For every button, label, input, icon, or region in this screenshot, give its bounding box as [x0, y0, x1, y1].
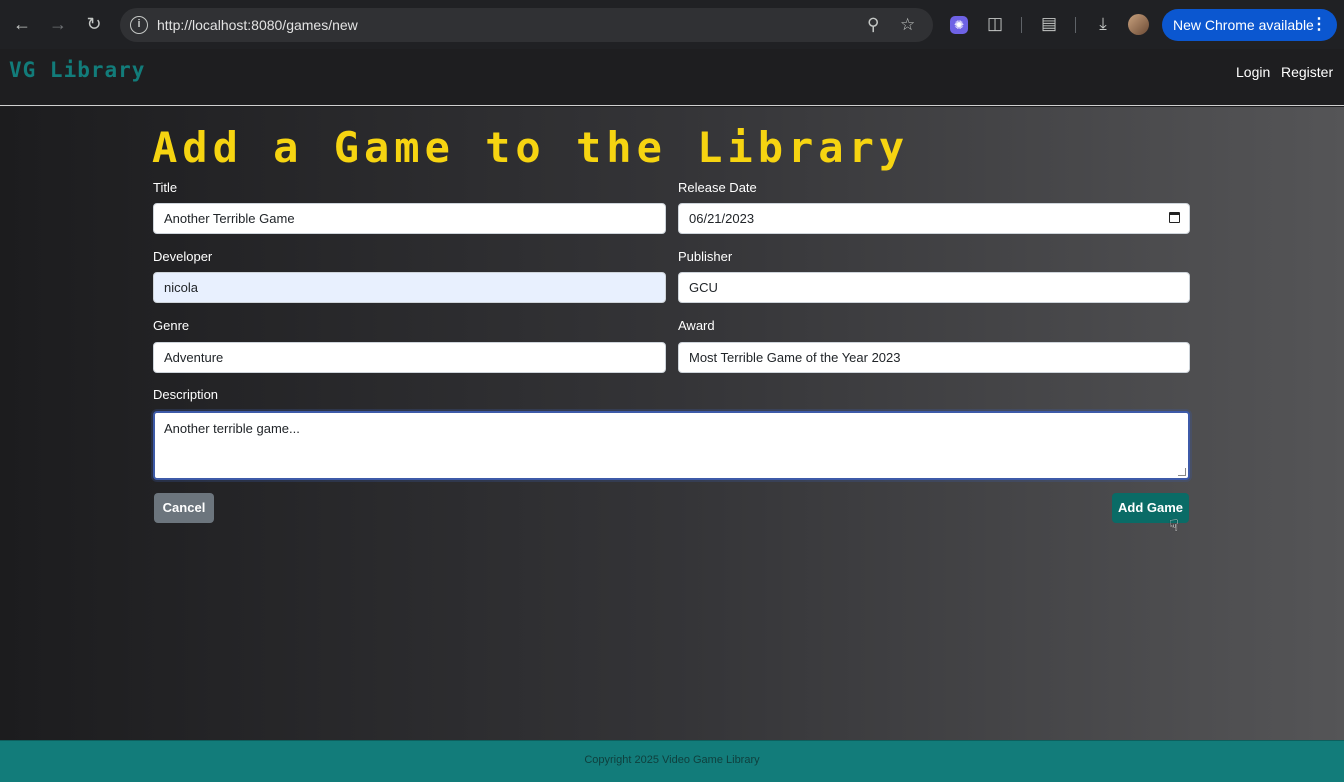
description-label: Description — [153, 387, 219, 402]
bookmark-star-icon[interactable]: ☆ — [900, 15, 915, 35]
zoom-icon[interactable]: ⚲ — [867, 15, 879, 35]
brand-logo[interactable]: VG Library — [9, 58, 145, 82]
tab-search-icon[interactable]: ▤ — [1038, 13, 1060, 35]
login-link[interactable]: Login — [1236, 64, 1270, 80]
description-value: Another terrible game... — [164, 421, 300, 436]
url-text[interactable]: http://localhost:8080/games/new — [157, 17, 358, 33]
address-bar[interactable]: i http://localhost:8080/games/new ⚲ ☆ — [120, 8, 933, 42]
back-icon[interactable]: ← — [10, 12, 34, 36]
main-content: Add a Game to the Library Title Another … — [0, 107, 1344, 740]
register-link[interactable]: Register — [1281, 64, 1333, 80]
developer-input[interactable]: nicola — [153, 272, 666, 303]
resize-handle[interactable] — [1178, 468, 1186, 476]
chrome-update-button[interactable]: New Chrome available ⋮ — [1162, 9, 1337, 41]
download-icon[interactable]: ⤓ — [1092, 13, 1114, 35]
toolbar-divider — [1075, 17, 1076, 33]
cancel-button[interactable]: Cancel — [154, 493, 214, 523]
more-menu-icon: ⋮ — [1311, 16, 1327, 33]
title-label: Title — [153, 180, 178, 195]
extensions-puzzle-icon[interactable]: ◫ — [984, 13, 1006, 35]
hand-cursor-icon: ☟ — [1169, 518, 1179, 535]
toolbar-divider — [1021, 17, 1022, 33]
reload-icon[interactable]: ↻ — [82, 12, 106, 36]
footer-copyright: Copyright 2025 Video Game Library — [584, 754, 760, 766]
chrome-update-label: New Chrome available — [1173, 17, 1314, 33]
title-input[interactable]: Another Terrible Game — [153, 203, 666, 234]
extension-icon[interactable]: ✺ — [950, 16, 968, 34]
release-date-value: 06/21/2023 — [689, 211, 755, 226]
site-info-icon[interactable]: i — [130, 16, 148, 34]
release-date-label: Release Date — [678, 180, 757, 195]
genre-input[interactable]: Adventure — [153, 342, 666, 373]
page-title: Add a Game to the Library — [152, 123, 910, 172]
release-date-input[interactable]: 06/21/2023 — [678, 203, 1190, 234]
browser-toolbar: ← → ↻ i http://localhost:8080/games/new … — [0, 0, 1344, 49]
developer-label: Developer — [153, 249, 213, 264]
genre-label: Genre — [153, 318, 190, 333]
publisher-label: Publisher — [678, 249, 733, 264]
calendar-icon[interactable] — [1169, 212, 1180, 223]
site-footer: Copyright 2025 Video Game Library — [0, 740, 1344, 782]
publisher-input[interactable]: GCU — [678, 272, 1190, 303]
award-input[interactable]: Most Terrible Game of the Year 2023 — [678, 342, 1190, 373]
forward-icon[interactable]: → — [46, 12, 70, 36]
award-label: Award — [678, 318, 715, 333]
profile-avatar[interactable] — [1128, 14, 1149, 35]
description-textarea[interactable]: Another terrible game... — [153, 411, 1190, 480]
site-navbar: VG Library Login Register — [0, 49, 1344, 106]
